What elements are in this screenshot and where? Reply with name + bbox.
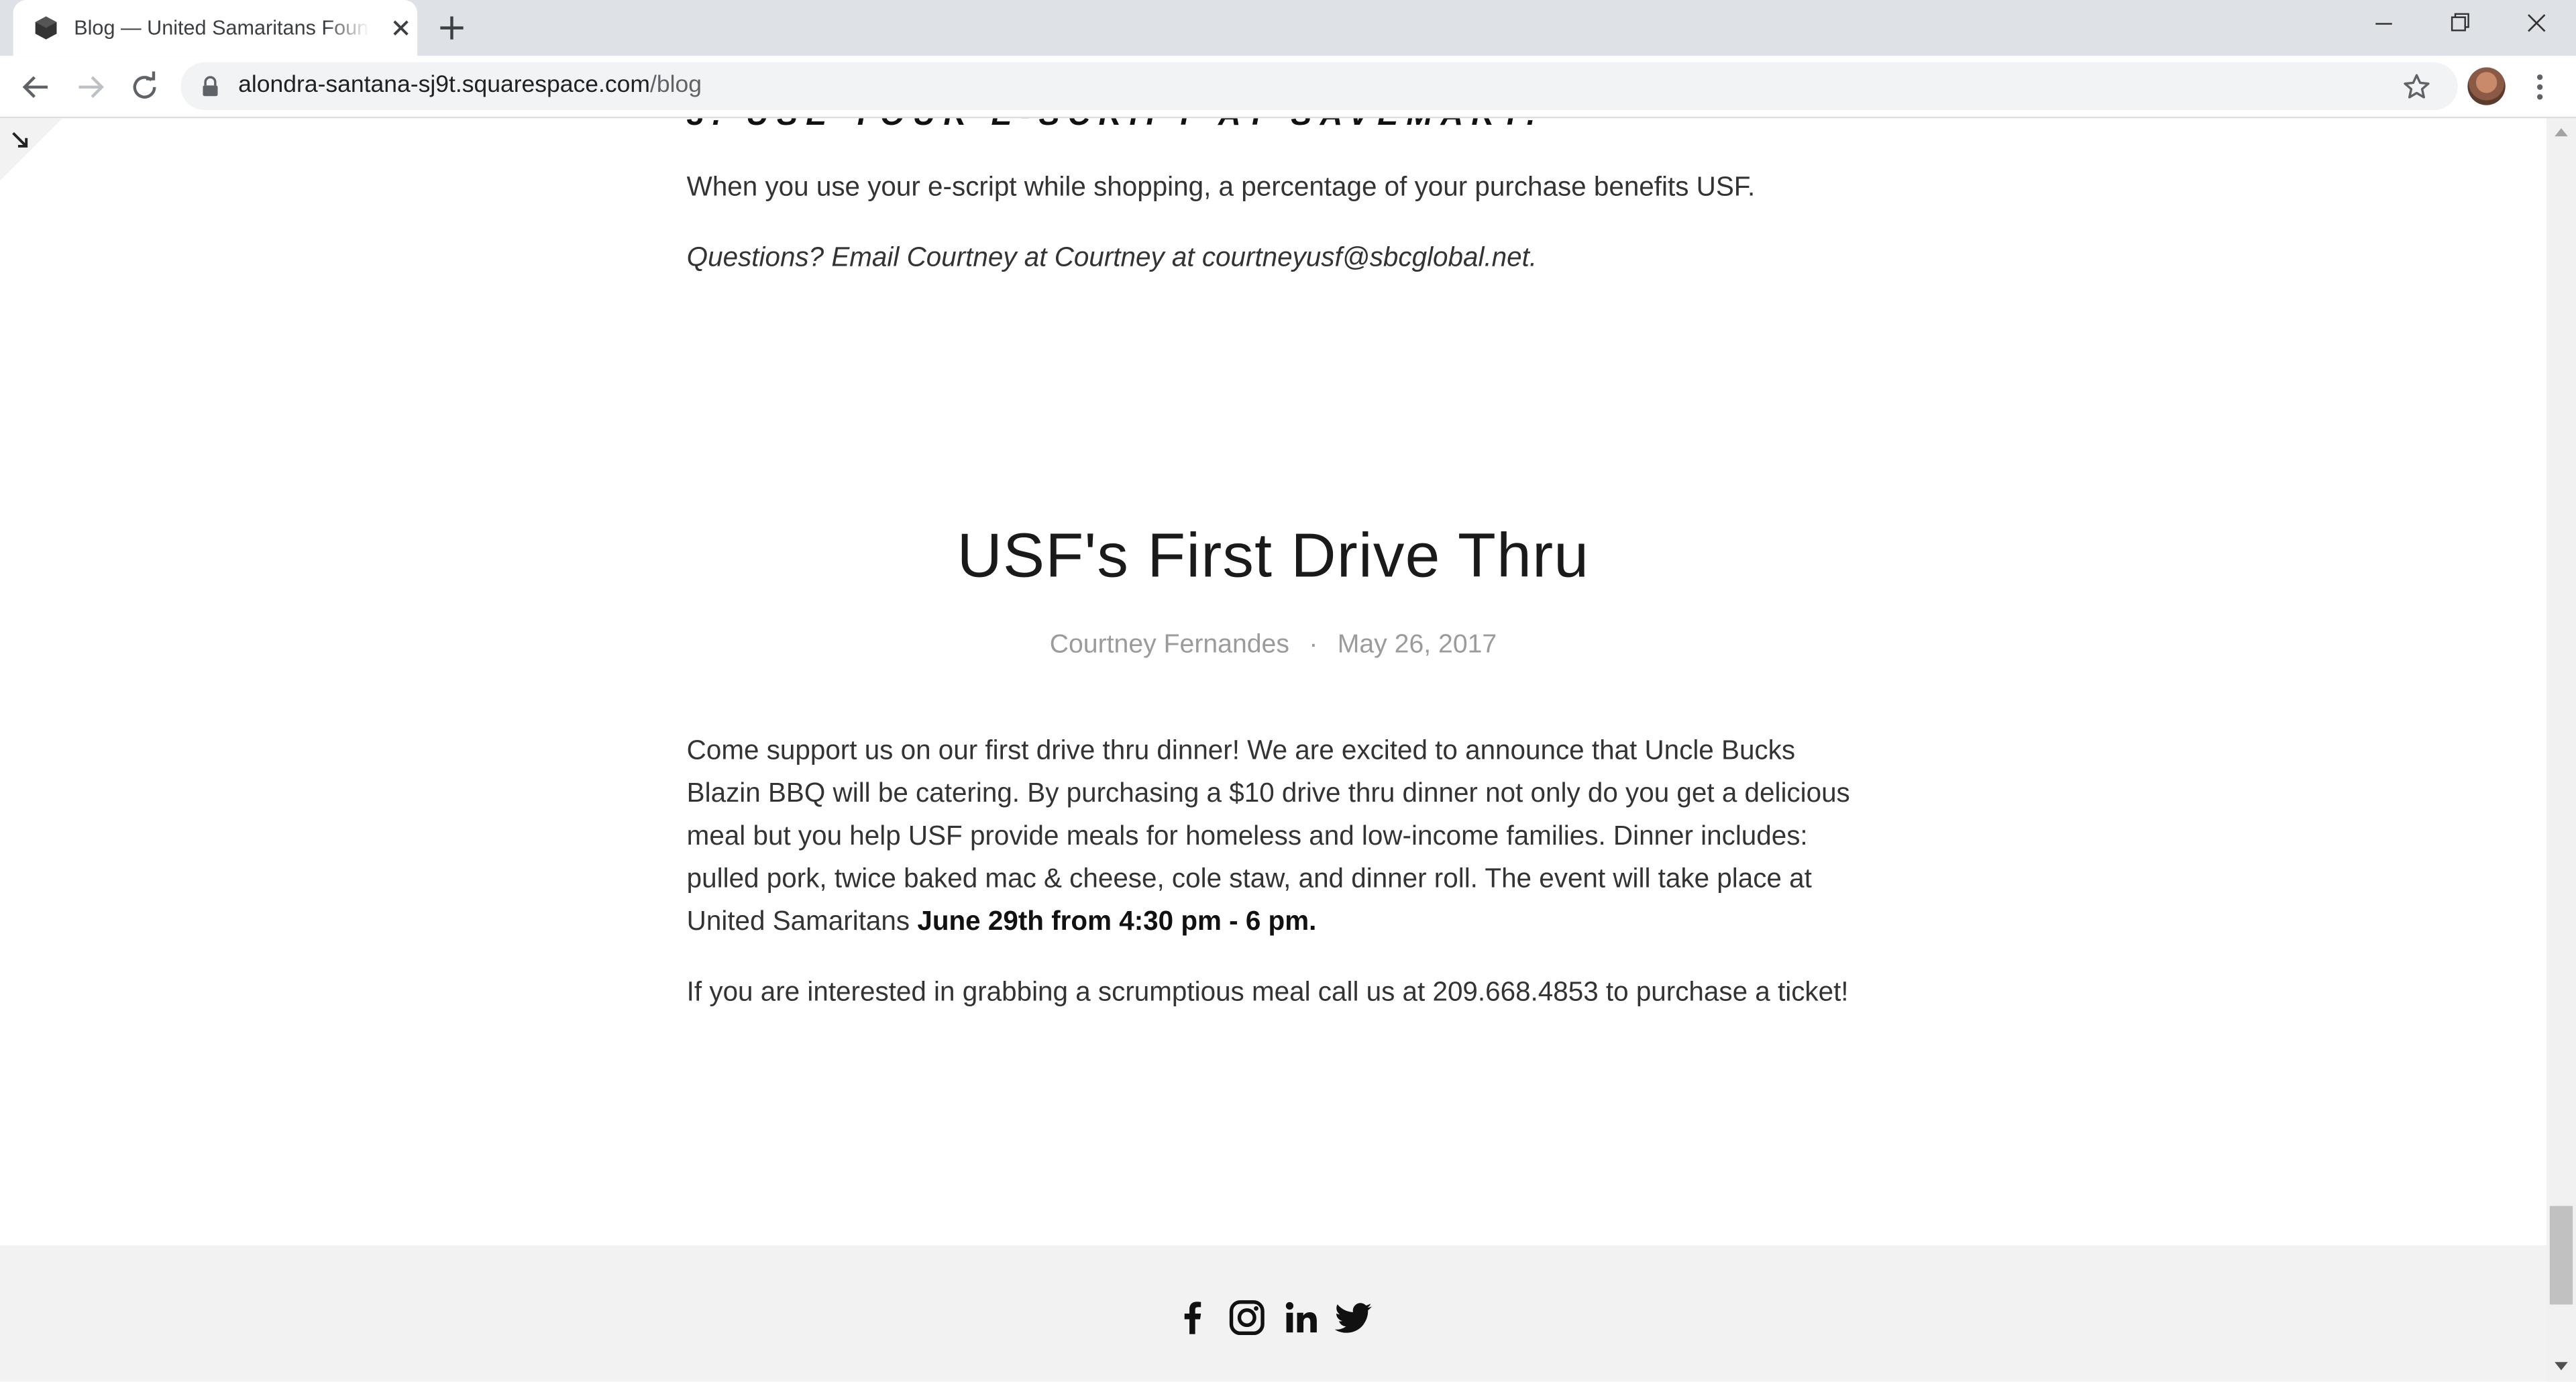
vertical-scrollbar[interactable] — [2546, 118, 2576, 1382]
kebab-menu-icon[interactable] — [2525, 70, 2555, 103]
restore-icon[interactable] — [2422, 0, 2498, 49]
profile-avatar[interactable] — [2467, 67, 2506, 105]
url-text: alondra-santana-sj9t.squarespace.com/blo… — [238, 72, 702, 101]
bookmark-star-icon[interactable] — [2402, 72, 2431, 102]
site-footer — [0, 1245, 2546, 1382]
previous-post-heading: 3. USE YOUR E-SCRIPT AT SAVEMART. — [687, 118, 1544, 134]
instagram-icon[interactable] — [1227, 1298, 1267, 1338]
page-content: 3. USE YOUR E-SCRIPT AT SAVEMART. When y… — [0, 118, 2546, 1382]
scrollbar-thumb[interactable] — [2549, 1206, 2573, 1305]
url-host: alondra-santana-sj9t.squarespace.com — [238, 72, 651, 99]
previous-post-paragraph: When you use your e-script while shoppin… — [686, 172, 1756, 203]
browser-window: Blog — United Samaritans Foundation — [0, 0, 2576, 1382]
post-author[interactable]: Courtney Fernandes — [1050, 631, 1289, 659]
close-window-icon[interactable] — [2499, 0, 2575, 49]
linkedin-icon[interactable] — [1281, 1298, 1321, 1338]
minimize-icon[interactable] — [2346, 0, 2422, 49]
tab-title: Blog — United Samaritans Foundation — [74, 16, 370, 40]
reload-icon[interactable] — [125, 67, 164, 107]
back-arrow-icon[interactable] — [16, 67, 56, 107]
forward-arrow-icon[interactable] — [70, 67, 110, 107]
new-tab-icon[interactable] — [435, 11, 468, 44]
post-title[interactable]: USF's First Drive Thru — [0, 523, 2546, 593]
post-body-event-time: June 29th from 4:30 pm - 6 pm. — [917, 906, 1317, 937]
twitter-icon[interactable] — [1334, 1298, 1374, 1338]
previous-post-contact: Questions? Email Courtney at Courtney at… — [686, 243, 1538, 273]
scroll-down-arrow-icon[interactable] — [2555, 1362, 2568, 1371]
meta-separator: · — [1309, 631, 1318, 659]
browser-tab[interactable]: Blog — United Samaritans Foundation — [13, 0, 418, 56]
url-path: /blog — [650, 72, 702, 99]
facebook-icon[interactable] — [1173, 1298, 1213, 1338]
post-body-paragraph: Come support us on our first drive thru … — [687, 729, 1870, 943]
close-tab-icon[interactable] — [388, 15, 414, 41]
post-body-paragraph-2: If you are interested in grabbing a scru… — [686, 977, 1849, 1008]
scroll-up-arrow-icon[interactable] — [2555, 128, 2568, 137]
post-date[interactable]: May 26, 2017 — [1338, 631, 1497, 659]
lock-icon — [203, 76, 218, 97]
expand-arrow-icon[interactable] — [10, 129, 30, 149]
squarespace-favicon-icon — [35, 16, 57, 40]
address-bar[interactable]: alondra-santana-sj9t.squarespace.com/blo… — [180, 62, 2458, 111]
post-meta: Courtney Fernandes · May 26, 2017 — [0, 631, 2546, 660]
browser-toolbar: alondra-santana-sj9t.squarespace.com/blo… — [0, 56, 2576, 119]
tab-strip: Blog — United Samaritans Foundation — [0, 0, 2576, 56]
